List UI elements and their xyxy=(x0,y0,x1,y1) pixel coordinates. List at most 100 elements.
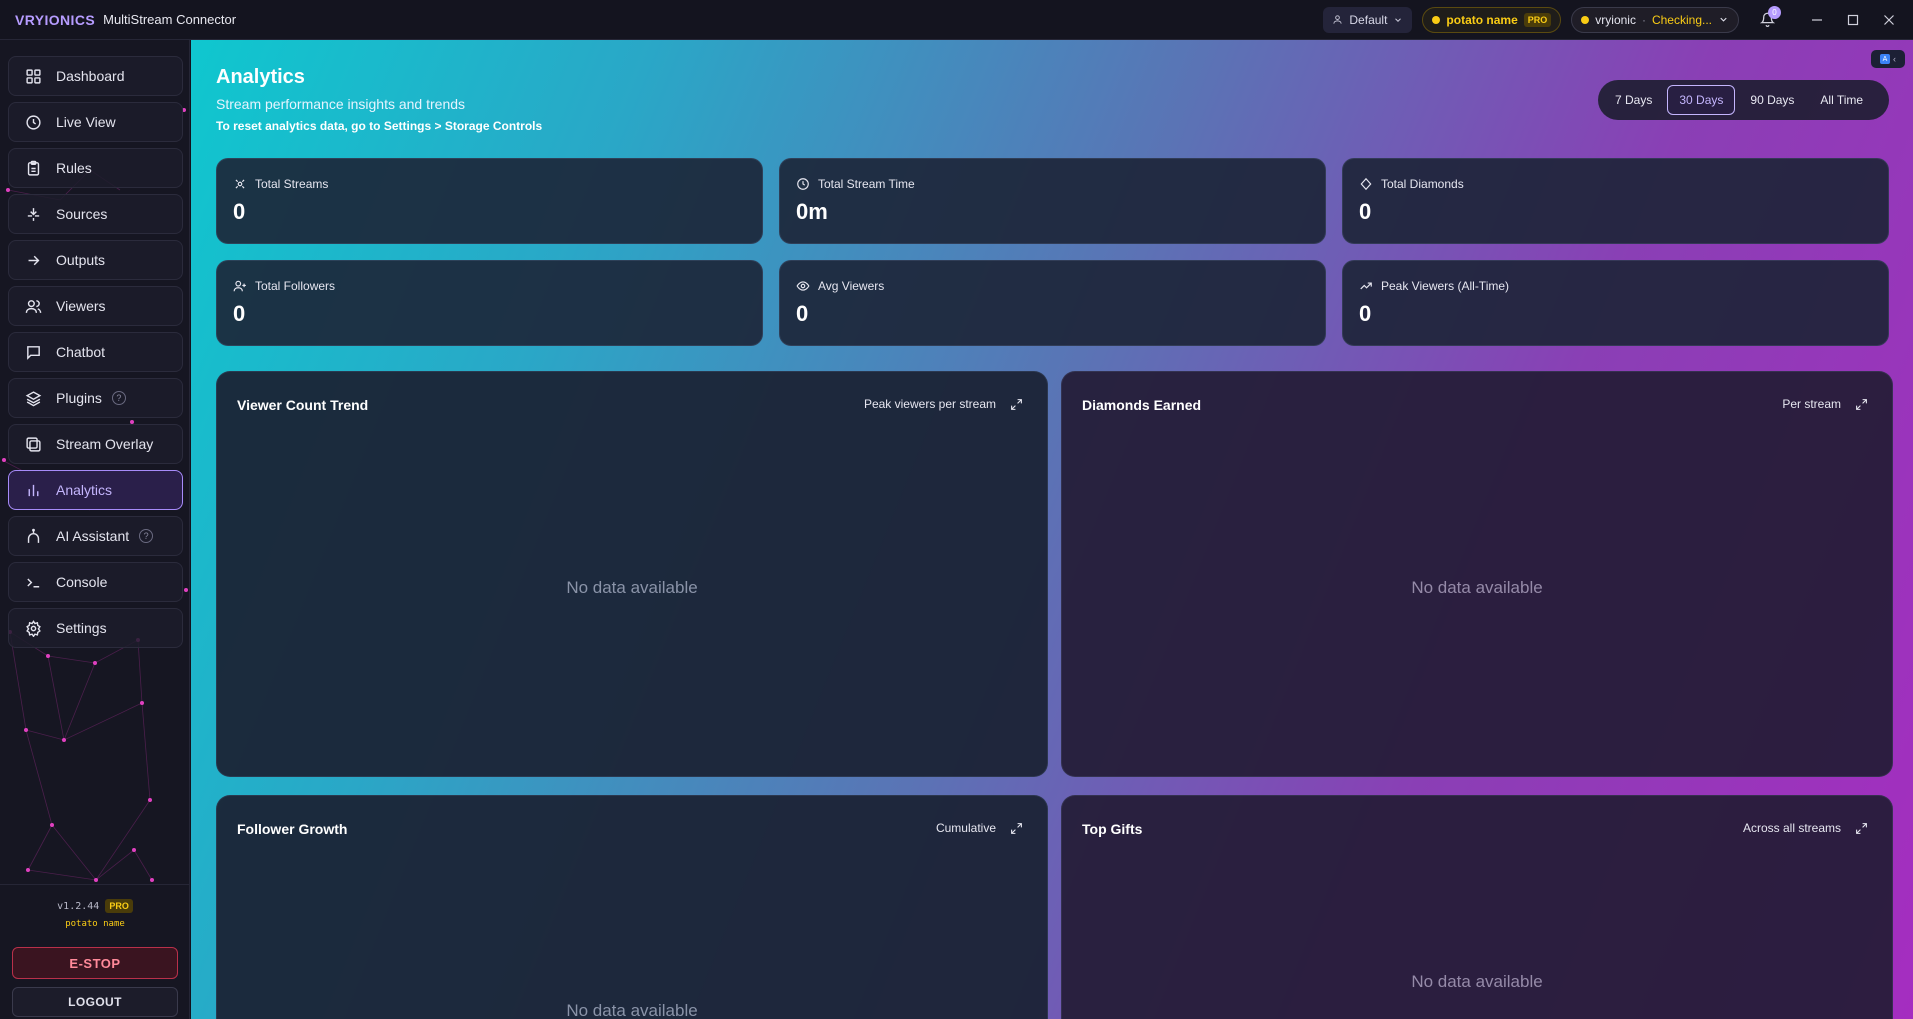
account-selector[interactable]: vryionic · Checking... xyxy=(1571,6,1739,33)
gear-icon xyxy=(26,619,41,637)
stat-label: Total Followers xyxy=(255,279,336,293)
sidebar-item-chatbot[interactable]: Chatbot xyxy=(8,332,183,372)
expand-icon[interactable] xyxy=(1010,822,1023,835)
sidebar-item-ai-assistant[interactable]: AI Assistant ? xyxy=(8,516,183,556)
stat-card-total-streams: Total Streams 0 xyxy=(216,158,763,244)
maximize-icon xyxy=(1847,14,1859,25)
collapse-panel-button[interactable]: A ‹ xyxy=(1871,50,1905,68)
sidebar-item-label: Sources xyxy=(56,206,108,222)
sidebar-item-live-view[interactable]: Live View xyxy=(8,102,183,142)
notification-count: 0 xyxy=(1768,6,1781,19)
range-option-all-time[interactable]: All Time xyxy=(1809,85,1874,115)
range-option-90-days[interactable]: 90 Days xyxy=(1739,85,1805,115)
sidebar-item-analytics[interactable]: Analytics xyxy=(8,470,183,510)
sidebar-item-outputs[interactable]: Outputs xyxy=(8,240,183,280)
chart-panel-follower-growth: Follower Growth Cumulative No data avail… xyxy=(216,795,1048,1019)
notifications-button[interactable]: 0 xyxy=(1749,6,1785,27)
stat-card-total-stream-time: Total Stream Time 0m xyxy=(779,158,1326,244)
close-icon xyxy=(1884,14,1894,25)
user-plus-icon xyxy=(233,280,246,292)
profile-selector[interactable]: Default xyxy=(1323,6,1413,33)
sidebar-item-label: Stream Overlay xyxy=(56,436,154,452)
user-badge[interactable]: potato name PRO xyxy=(1422,6,1562,33)
stat-label: Total Diamonds xyxy=(1381,177,1464,191)
sidebar-item-label: Analytics xyxy=(56,482,113,498)
panel-title: Diamonds Earned xyxy=(1082,397,1202,413)
stat-label: Avg Viewers xyxy=(818,279,885,293)
chart-panel-viewer-count-trend: Viewer Count Trend Peak viewers per stre… xyxy=(216,371,1048,777)
page-note: To reset analytics data, go to Settings … xyxy=(216,119,543,133)
title-bar: VRYIONICS MultiStream Connector Default … xyxy=(0,0,1913,40)
expand-icon[interactable] xyxy=(1855,398,1868,411)
app-version: v1.2.44 xyxy=(57,900,100,912)
close-button[interactable] xyxy=(1871,0,1907,40)
help-icon[interactable]: ? xyxy=(111,391,126,405)
stat-value: 0 xyxy=(796,301,809,326)
user-name: potato name xyxy=(1446,12,1518,27)
panel-title: Follower Growth xyxy=(237,821,348,837)
sidebar-item-dashboard[interactable]: Dashboard xyxy=(8,56,183,96)
streams-icon xyxy=(235,179,245,189)
account-name: vryionic xyxy=(1595,12,1636,27)
sidebar-item-settings[interactable]: Settings xyxy=(8,608,183,648)
grid-icon xyxy=(26,68,41,84)
terminal-icon xyxy=(27,577,40,587)
sidebar-item-viewers[interactable]: Viewers xyxy=(8,286,183,326)
stat-label: Peak Viewers (All-Time) xyxy=(1381,279,1510,293)
sidebar-item-label: AI Assistant xyxy=(56,528,130,544)
panel-caption: Across all streams xyxy=(1742,821,1841,835)
sidebar-item-rules[interactable]: Rules xyxy=(8,148,183,188)
maximize-button[interactable] xyxy=(1835,0,1871,40)
empty-state-text: No data available xyxy=(1411,578,1543,597)
stat-label: Total Stream Time xyxy=(818,177,915,191)
assistant-icon: A xyxy=(1880,54,1890,64)
users-icon xyxy=(25,299,42,313)
empty-state-text: No data available xyxy=(566,578,698,597)
separator: · xyxy=(1641,12,1646,27)
stat-card-total-diamonds: Total Diamonds 0 xyxy=(1342,158,1889,244)
stat-value: 0 xyxy=(233,199,246,224)
eye-icon xyxy=(796,281,810,291)
chat-icon xyxy=(27,345,40,360)
panel-title: Top Gifts xyxy=(1082,821,1143,837)
panel-title: Viewer Count Trend xyxy=(237,397,369,413)
sidebar-item-sources[interactable]: Sources xyxy=(8,194,183,234)
profile-name: Default xyxy=(1349,12,1388,27)
minimize-icon xyxy=(1812,18,1822,21)
expand-icon[interactable] xyxy=(1855,822,1868,835)
arrow-right-icon xyxy=(28,255,40,265)
trend-up-icon xyxy=(1360,282,1372,290)
minimize-button[interactable] xyxy=(1799,0,1835,40)
sidebar-item-plugins[interactable]: Plugins ? xyxy=(8,378,183,418)
sidebar-item-stream-overlay[interactable]: Stream Overlay xyxy=(8,424,183,464)
account-status: Checking... xyxy=(1651,12,1712,27)
sidebar-item-label: Viewers xyxy=(56,298,106,314)
chart-panel-diamonds-earned: Diamonds Earned Per stream No data avail… xyxy=(1061,371,1893,777)
sidebar-item-console[interactable]: Console xyxy=(8,562,183,602)
input-icon xyxy=(27,207,40,221)
diamond-icon xyxy=(1360,177,1372,191)
range-option-30-days[interactable]: 30 Days xyxy=(1667,85,1736,115)
chevron-down-icon xyxy=(1720,17,1727,22)
empty-state-text: No data available xyxy=(566,1001,698,1019)
page-title: Analytics xyxy=(216,66,305,88)
page-subtitle: Stream performance insights and trends xyxy=(216,96,466,112)
sidebar-item-label: Outputs xyxy=(56,252,106,268)
help-icon[interactable]: ? xyxy=(139,529,154,543)
sidebar-nav: Dashboard Live View Rules Sources Output… xyxy=(8,56,183,654)
clock-icon xyxy=(26,114,41,130)
chevron-down-icon xyxy=(1395,17,1402,22)
sidebar: Dashboard Live View Rules Sources Output… xyxy=(0,40,190,1019)
overlay-icon xyxy=(26,436,41,452)
sidebar-item-label: Settings xyxy=(56,620,107,636)
clock-icon xyxy=(797,178,809,190)
estop-button[interactable]: E-STOP xyxy=(12,947,178,979)
stat-value: 0 xyxy=(1359,301,1372,326)
logout-button[interactable]: LOGOUT xyxy=(12,987,178,1017)
sidebar-item-label: Rules xyxy=(56,160,92,176)
range-option-7-days[interactable]: 7 Days xyxy=(1604,85,1663,115)
robot-icon xyxy=(27,528,40,543)
panel-caption: Peak viewers per stream xyxy=(863,397,996,411)
sidebar-item-label: Chatbot xyxy=(56,344,106,360)
expand-icon[interactable] xyxy=(1010,398,1023,411)
